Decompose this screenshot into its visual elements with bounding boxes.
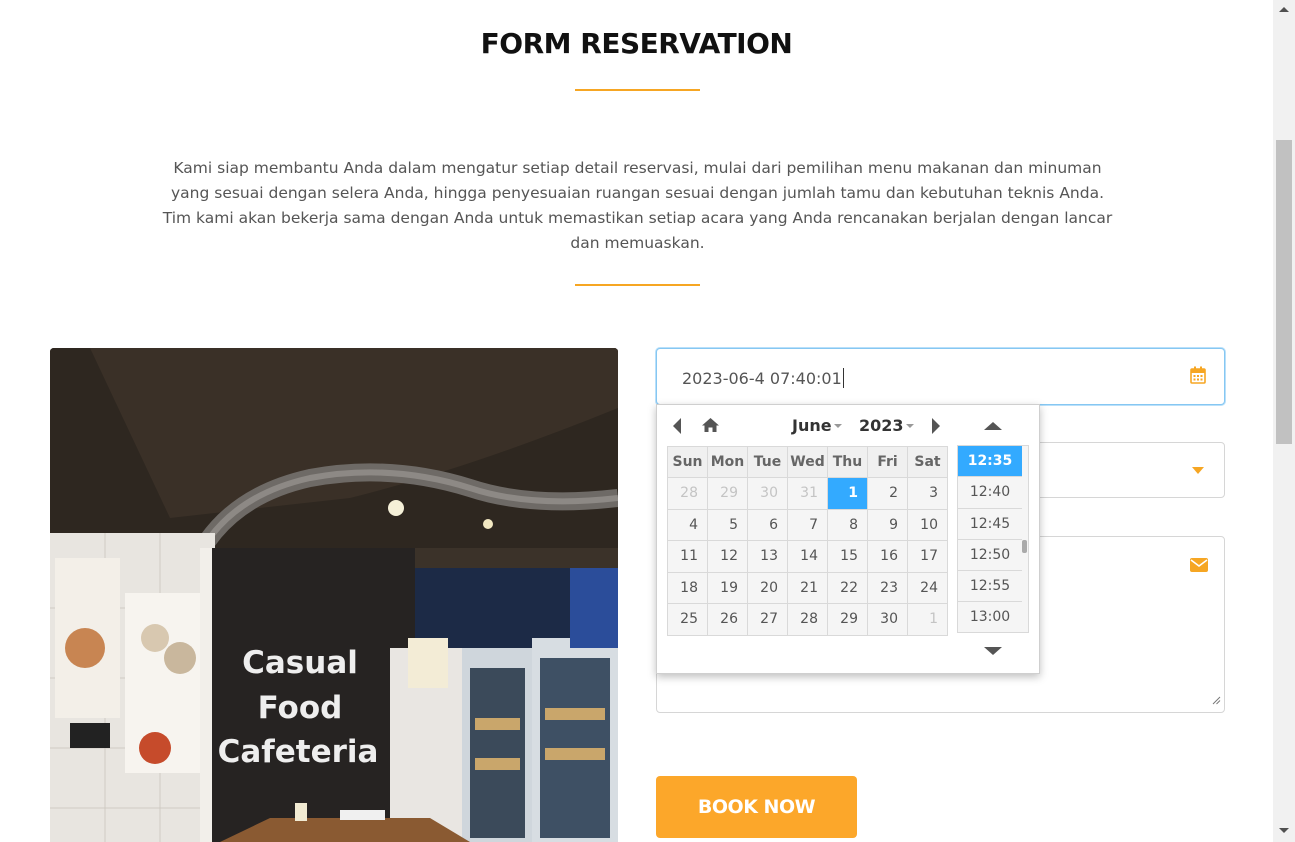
- calendar-week: 28 29 30 31 1 2 3: [667, 477, 948, 510]
- calendar-day[interactable]: 6: [747, 508, 788, 541]
- calendar-day[interactable]: 28: [667, 477, 708, 510]
- time-option[interactable]: 12:50: [958, 539, 1022, 572]
- calendar-day[interactable]: 31: [787, 477, 828, 510]
- calendar-day[interactable]: 23: [867, 571, 908, 604]
- scroll-up-icon[interactable]: [1279, 7, 1289, 12]
- calendar-day[interactable]: 5: [707, 508, 748, 541]
- time-option[interactable]: 12:35: [958, 446, 1022, 478]
- intro-line: Tim kami akan bekerja sama dengan Anda u…: [162, 209, 1113, 227]
- weekday-header: Mon: [707, 446, 748, 478]
- calendar-week: 11 12 13 14 15 16 17: [667, 540, 948, 573]
- home-icon[interactable]: [701, 417, 720, 439]
- time-option[interactable]: 12:40: [958, 477, 1022, 509]
- intro-line: dan memuaskan.: [570, 234, 705, 252]
- resize-handle[interactable]: [1212, 690, 1221, 709]
- weekday-header: Thu: [827, 446, 868, 478]
- time-option[interactable]: 12:55: [958, 571, 1022, 603]
- calendar-day-current[interactable]: 1: [827, 477, 868, 510]
- cafeteria-photo: Casual Food Cafeteria: [50, 348, 618, 842]
- sign-line: Casual: [242, 645, 358, 681]
- calendar-day[interactable]: 30: [867, 603, 908, 636]
- title-divider: [575, 89, 700, 91]
- calendar-week: 18 19 20 21 22 23 24: [667, 571, 948, 604]
- calendar-week: 25 26 27 28 29 30 1: [667, 603, 948, 636]
- intro-text: Kami siap membantu Anda dalam mengatur s…: [160, 156, 1115, 256]
- calendar-day[interactable]: 10: [907, 508, 948, 541]
- page-title: FORM RESERVATION: [480, 27, 793, 60]
- next-month-icon[interactable]: [932, 418, 940, 434]
- time-list-scrollbar[interactable]: [1022, 540, 1027, 553]
- time-scroll-up-icon[interactable]: [984, 422, 1002, 430]
- time-option[interactable]: 12:45: [958, 508, 1022, 540]
- page: FORM RESERVATION Kami siap membantu Anda…: [0, 0, 1273, 842]
- calendar-grid: Sun Mon Tue Wed Thu Fri Sat 28 29 30 31 1 2 3 4 5 6 7 8 9 1…: [667, 446, 948, 636]
- calendar-day[interactable]: 19: [707, 571, 748, 604]
- scroll-down-icon[interactable]: [1279, 828, 1289, 833]
- chevron-down-icon: [1192, 467, 1204, 474]
- time-list: 12:35 12:40 12:45 12:50 12:55 13:00: [957, 445, 1029, 633]
- caret-down-icon: [833, 424, 842, 428]
- calendar-day[interactable]: 29: [827, 603, 868, 636]
- prev-month-icon[interactable]: [673, 418, 681, 434]
- time-scroll-down-icon[interactable]: [984, 647, 1002, 655]
- scrollbar-thumb[interactable]: [1276, 140, 1292, 444]
- month-select[interactable]: June: [792, 416, 842, 435]
- calendar-day[interactable]: 17: [907, 540, 948, 573]
- calendar-day[interactable]: 16: [867, 540, 908, 573]
- calendar-day[interactable]: 2: [867, 477, 908, 510]
- text-caret: [842, 368, 844, 388]
- calendar-day[interactable]: 18: [667, 571, 708, 604]
- intro-divider: [575, 284, 700, 286]
- calendar-day[interactable]: 12: [707, 540, 748, 573]
- book-now-button[interactable]: BOOK NOW: [656, 776, 857, 838]
- intro-line: Kami siap membantu Anda dalam mengatur s…: [173, 159, 1102, 177]
- calendar-day[interactable]: 4: [667, 508, 708, 541]
- sign-line: Food: [258, 690, 343, 726]
- caret-down-icon: [905, 424, 914, 428]
- weekday-header: Wed: [787, 446, 828, 478]
- year-select[interactable]: 2023: [859, 416, 914, 435]
- calendar-day[interactable]: 15: [827, 540, 868, 573]
- calendar-day[interactable]: 14: [787, 540, 828, 573]
- calendar-day[interactable]: 29: [707, 477, 748, 510]
- calendar-day[interactable]: 8: [827, 508, 868, 541]
- weekday-header: Sat: [907, 446, 948, 478]
- calendar-day[interactable]: 1: [907, 603, 948, 636]
- calendar-day[interactable]: 22: [827, 571, 868, 604]
- calendar-day[interactable]: 30: [747, 477, 788, 510]
- sign-line: Cafeteria: [218, 734, 379, 770]
- calendar-icon[interactable]: [1190, 366, 1206, 388]
- intro-line: yang sesuai dengan selera Anda, hingga p…: [170, 184, 1105, 202]
- envelope-icon: [1190, 557, 1208, 576]
- calendar-day[interactable]: 11: [667, 540, 708, 573]
- datetime-input[interactable]: 2023-06-4 07:40:01: [656, 348, 1225, 405]
- calendar-day[interactable]: 3: [907, 477, 948, 510]
- calendar-day[interactable]: 13: [747, 540, 788, 573]
- weekday-header: Fri: [867, 446, 908, 478]
- page-scrollbar[interactable]: [1273, 0, 1295, 842]
- calendar-day[interactable]: 27: [747, 603, 788, 636]
- calendar-day[interactable]: 7: [787, 508, 828, 541]
- calendar-week: 4 5 6 7 8 9 10: [667, 508, 948, 541]
- datetime-value: 2023-06-4 07:40:01: [682, 368, 844, 388]
- datetime-picker: June 2023 Sun Mon Tue Wed Thu Fri Sat 28 29 30 31…: [656, 404, 1040, 674]
- weekday-header: Sun: [667, 446, 708, 478]
- calendar-day[interactable]: 25: [667, 603, 708, 636]
- time-option[interactable]: 13:00: [958, 602, 1022, 632]
- calendar-day[interactable]: 9: [867, 508, 908, 541]
- calendar-day[interactable]: 21: [787, 571, 828, 604]
- calendar-day[interactable]: 28: [787, 603, 828, 636]
- calendar-day[interactable]: 24: [907, 571, 948, 604]
- calendar-day[interactable]: 26: [707, 603, 748, 636]
- calendar-day[interactable]: 20: [747, 571, 788, 604]
- weekday-header: Tue: [747, 446, 788, 478]
